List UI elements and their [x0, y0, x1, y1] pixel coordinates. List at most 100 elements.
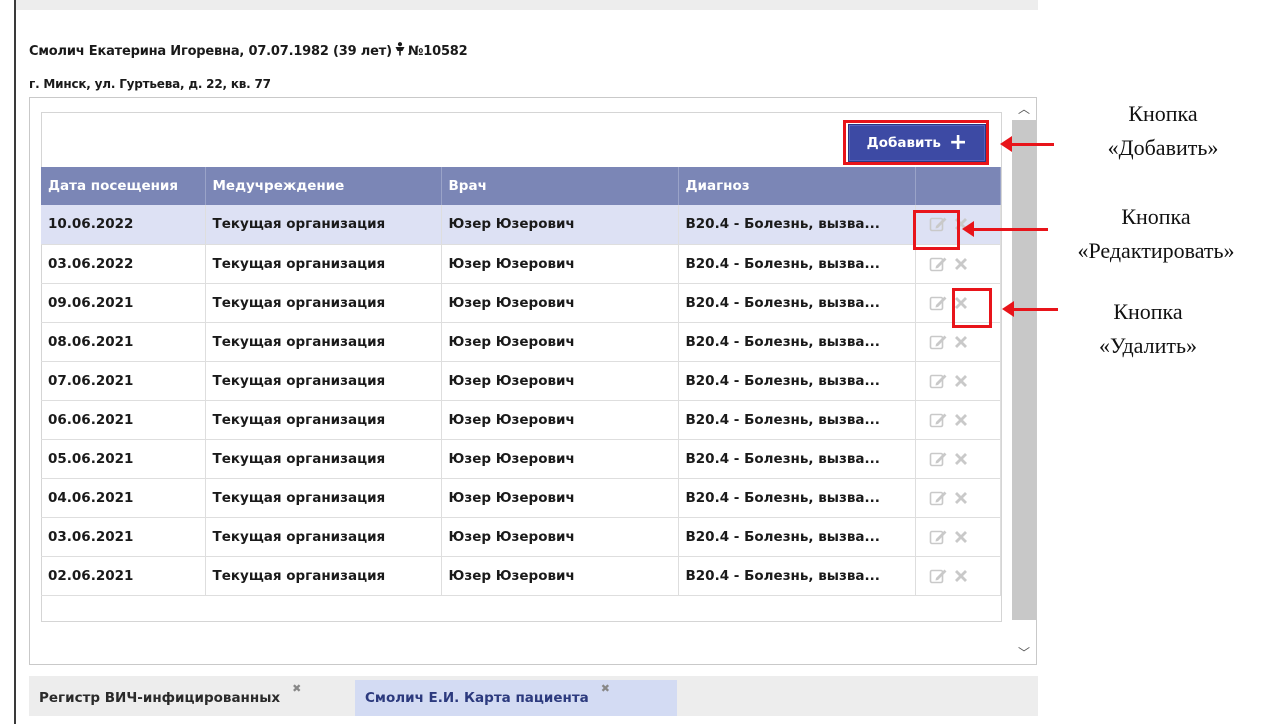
edit-icon[interactable] [928, 565, 950, 587]
edit-icon[interactable] [928, 487, 950, 509]
cell-org: Текущая организация [205, 439, 442, 479]
table-row[interactable]: 02.06.2021 Текущая организация Юзер Юзеров… [41, 556, 1001, 596]
delete-icon[interactable] [950, 526, 972, 548]
delete-icon[interactable] [950, 487, 972, 509]
table-row[interactable]: 09.06.2021 Текущая организация Юзер Юзеров… [41, 283, 1001, 323]
annotation-arrow-edit [972, 228, 1048, 231]
cell-diagnosis: B20.4 - Болезнь, вызва... [678, 400, 916, 440]
cell-diagnosis: B20.4 - Болезнь, вызва... [678, 517, 916, 557]
cell-diagnosis: B20.4 - Болезнь, вызва... [678, 478, 916, 518]
table-row[interactable]: 06.06.2021 Текущая организация Юзер Юзеров… [41, 400, 1001, 440]
annotation-arrowhead-edit [962, 221, 974, 237]
vertical-scrollbar[interactable]: ︿ ﹀ [1012, 98, 1036, 664]
tab-patient-card-label: Смолич Е.И. Карта пациента [365, 690, 589, 706]
cell-actions [915, 556, 1001, 596]
table-row[interactable]: 08.06.2021 Текущая организация Юзер Юзеров… [41, 322, 1001, 362]
column-header-actions [915, 167, 1001, 205]
annotation-text-edit: Кнопка «Редактировать» [1077, 204, 1235, 263]
cell-date: 04.06.2021 [41, 478, 206, 518]
edit-icon[interactable] [928, 526, 950, 548]
cell-doctor: Юзер Юзерович [441, 556, 679, 596]
annotation-arrow-add [1010, 143, 1054, 146]
cell-doctor: Юзер Юзерович [441, 244, 679, 284]
cell-org: Текущая организация [205, 244, 442, 284]
delete-icon[interactable] [950, 331, 972, 353]
scroll-down-arrow-icon[interactable]: ﹀ [1012, 642, 1036, 664]
cell-org: Текущая организация [205, 205, 442, 245]
cell-diagnosis: B20.4 - Болезнь, вызва... [678, 439, 916, 479]
cell-org: Текущая организация [205, 322, 442, 362]
tab-hiv-register[interactable]: Регистр ВИЧ-инфицированных ✖ [29, 680, 349, 716]
column-header-org[interactable]: Медучреждение [205, 167, 442, 205]
annotation-arrow-delete [1012, 308, 1058, 311]
edit-icon[interactable] [928, 292, 950, 314]
delete-icon[interactable] [950, 409, 972, 431]
left-border [14, 0, 16, 724]
edit-icon[interactable] [928, 331, 950, 353]
cell-doctor: Юзер Юзерович [441, 283, 679, 323]
scroll-thumb[interactable] [1012, 120, 1036, 620]
cell-org: Текущая организация [205, 400, 442, 440]
top-strip [14, 0, 1038, 10]
column-header-diagnosis[interactable]: Диагноз [678, 167, 916, 205]
cell-doctor: Юзер Юзерович [441, 205, 679, 245]
edit-icon[interactable] [928, 448, 950, 470]
cell-doctor: Юзер Юзерович [441, 517, 679, 557]
table-row[interactable]: 05.06.2021 Текущая организация Юзер Юзеров… [41, 439, 1001, 479]
visits-table: Дата посещения Медучреждение Врач Диагно… [41, 167, 1001, 596]
cell-org: Текущая организация [205, 361, 442, 401]
patient-name: Смолич Екатерина Игоревна, 07.07.1982 (3… [29, 44, 392, 59]
cell-actions [915, 361, 1001, 401]
cell-actions [915, 478, 1001, 518]
cell-date: 07.06.2021 [41, 361, 206, 401]
patient-card-number: №10582 [407, 44, 468, 59]
edit-icon[interactable] [928, 253, 950, 275]
cell-date: 03.06.2022 [41, 244, 206, 284]
cell-date: 02.06.2021 [41, 556, 206, 596]
cell-diagnosis: B20.4 - Болезнь, вызва... [678, 283, 916, 323]
cell-diagnosis: B20.4 - Болезнь, вызва... [678, 361, 916, 401]
cell-doctor: Юзер Юзерович [441, 478, 679, 518]
cell-actions [915, 517, 1001, 557]
column-header-doctor[interactable]: Врач [441, 167, 679, 205]
delete-icon[interactable] [950, 370, 972, 392]
cell-org: Текущая организация [205, 283, 442, 323]
cell-actions [915, 439, 1001, 479]
cell-date: 06.06.2021 [41, 400, 206, 440]
edit-icon[interactable] [928, 370, 950, 392]
delete-icon[interactable] [950, 448, 972, 470]
cell-diagnosis: B20.4 - Болезнь, вызва... [678, 244, 916, 284]
edit-icon[interactable] [928, 409, 950, 431]
annotation-box-edit [913, 210, 960, 250]
column-header-date[interactable]: Дата посещения [41, 167, 206, 205]
cell-date: 10.06.2022 [41, 205, 206, 245]
cell-doctor: Юзер Юзерович [441, 322, 679, 362]
table-row[interactable]: 07.06.2021 Текущая организация Юзер Юзеров… [41, 361, 1001, 401]
table-row[interactable]: 03.06.2021 Текущая организация Юзер Юзеров… [41, 517, 1001, 557]
delete-icon[interactable] [950, 565, 972, 587]
cell-doctor: Юзер Юзерович [441, 361, 679, 401]
table-row[interactable]: 10.06.2022 Текущая организация Юзер Юзеров… [41, 205, 1001, 245]
annotation-text-add: Кнопка «Добавить» [1107, 101, 1219, 160]
close-icon[interactable]: ✖ [292, 682, 301, 695]
annotation-box-delete [952, 288, 992, 328]
cell-org: Текущая организация [205, 517, 442, 557]
close-icon[interactable]: ✖ [601, 682, 610, 695]
cell-doctor: Юзер Юзерович [441, 400, 679, 440]
table-row[interactable]: 03.06.2022 Текущая организация Юзер Юзеров… [41, 244, 1001, 284]
tab-hiv-register-label: Регистр ВИЧ-инфицированных [39, 690, 281, 706]
cell-date: 05.06.2021 [41, 439, 206, 479]
table-header-row: Дата посещения Медучреждение Врач Диагно… [41, 167, 1001, 205]
scroll-up-arrow-icon[interactable]: ︿ [1012, 98, 1036, 120]
cell-date: 09.06.2021 [41, 283, 206, 323]
delete-icon[interactable] [950, 253, 972, 275]
annotation-arrowhead-delete [1002, 301, 1014, 317]
female-person-icon [395, 42, 405, 56]
patient-name-line: Смолич Екатерина Игоревна, 07.07.1982 (3… [29, 42, 468, 59]
table-row[interactable]: 04.06.2021 Текущая организация Юзер Юзеров… [41, 478, 1001, 518]
tab-patient-card[interactable]: Смолич Е.И. Карта пациента ✖ [355, 680, 677, 716]
annotation-box-add [843, 120, 989, 165]
cell-org: Текущая организация [205, 556, 442, 596]
cell-diagnosis: B20.4 - Болезнь, вызва... [678, 205, 916, 245]
cell-actions [915, 400, 1001, 440]
